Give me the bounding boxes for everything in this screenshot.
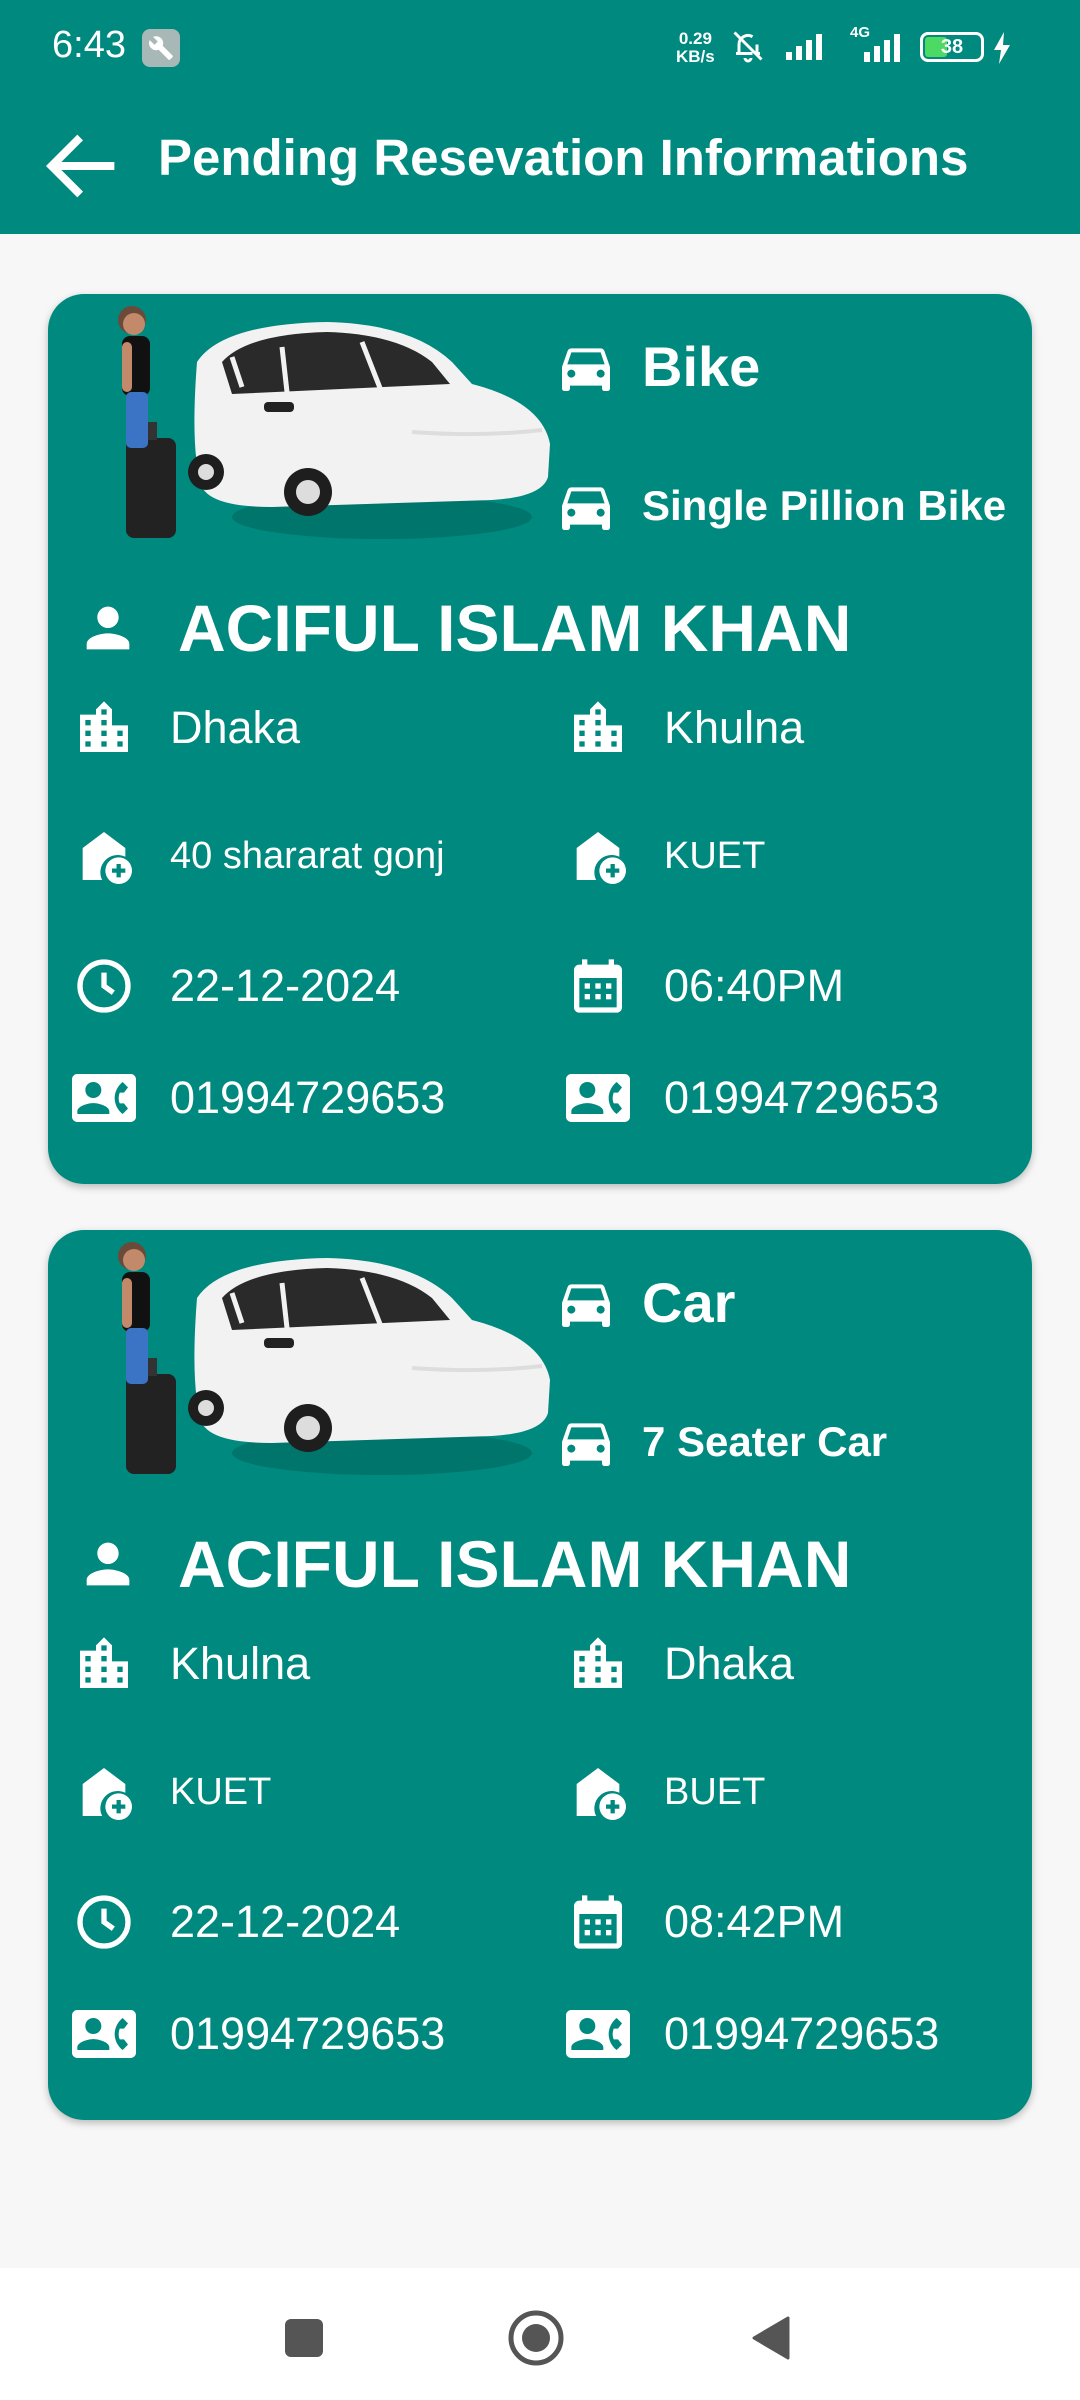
network-speed-value: 0.29 xyxy=(678,29,712,48)
car-icon xyxy=(554,474,618,538)
arrow-back-icon xyxy=(45,134,115,198)
reservation-card[interactable]: Car 7 Seater Car ACIFUL ISLAM KHAN Khuln… xyxy=(48,1230,1032,2120)
city-icon xyxy=(72,696,136,760)
to-city-row: Dhaka xyxy=(566,1632,794,1696)
home-circle-icon xyxy=(508,2310,564,2366)
vehicle-type: Car xyxy=(642,1271,736,1334)
vehicle-name: 7 Seater Car xyxy=(642,1418,888,1465)
dropoff-location: KUET xyxy=(664,834,766,877)
passenger-name: ACIFUL ISLAM KHAN xyxy=(178,591,852,665)
system-nav-bar xyxy=(0,2268,1080,2400)
app-bar: Pending Resevation Informations xyxy=(0,98,1080,234)
contact-phone-icon xyxy=(566,2002,630,2066)
car-icon xyxy=(554,335,618,399)
reservation-time: 06:40PM xyxy=(664,960,845,1011)
battery-icon: 38 xyxy=(920,32,984,62)
reservation-card[interactable]: Bike Single Pillion Bike ACIFUL ISLAM KH… xyxy=(48,294,1032,1184)
vehicle-name-row: Single Pillion Bike xyxy=(554,474,1006,538)
phone-row-1: 01994729653 xyxy=(72,2002,445,2066)
from-city-row: Khulna xyxy=(72,1632,310,1696)
vehicle-type-row: Car xyxy=(554,1270,735,1335)
car-icon xyxy=(554,1410,618,1474)
clock-icon xyxy=(72,954,136,1018)
phone-row-1: 01994729653 xyxy=(72,1066,445,1130)
add-home-icon xyxy=(72,824,136,888)
clock-icon xyxy=(72,1890,136,1954)
add-home-icon xyxy=(566,824,630,888)
passenger-row: ACIFUL ISLAM KHAN xyxy=(76,1526,851,1602)
reservation-date: 22-12-2024 xyxy=(170,1896,401,1947)
battery-level: 38 xyxy=(940,36,964,58)
time-row: 08:42PM xyxy=(566,1890,844,1954)
network-speed-unit: KB/s xyxy=(676,47,715,66)
pickup-row: KUET xyxy=(72,1760,271,1824)
date-row: 22-12-2024 xyxy=(72,954,400,1018)
phone-number: 01994729653 xyxy=(170,1072,446,1123)
dropoff-row: BUET xyxy=(566,1760,765,1824)
phone-number: 01994729653 xyxy=(664,2008,940,2059)
status-icons: 4G xyxy=(730,24,910,64)
status-bar: 6:43 0.29 KB/s 4G 38 xyxy=(0,0,1080,98)
to-city-row: Khulna xyxy=(566,696,804,760)
contact-phone-icon xyxy=(72,1066,136,1130)
signal-4g-icon: 4G xyxy=(850,24,910,64)
person-icon xyxy=(76,596,140,660)
calendar-icon xyxy=(566,954,630,1018)
home-button[interactable] xyxy=(496,2298,576,2378)
reservation-date: 22-12-2024 xyxy=(170,960,401,1011)
phone-row-2: 01994729653 xyxy=(566,2002,939,2066)
from-city-row: Dhaka xyxy=(72,696,300,760)
passenger-row: ACIFUL ISLAM KHAN xyxy=(76,590,851,666)
phone-number: 01994729653 xyxy=(664,1072,940,1123)
vehicle-name: Single Pillion Bike xyxy=(642,482,1007,529)
phone-number: 01994729653 xyxy=(170,2008,446,2059)
square-icon xyxy=(285,2319,323,2357)
add-home-icon xyxy=(566,1760,630,1824)
time-row: 06:40PM xyxy=(566,954,844,1018)
signal-icon xyxy=(786,34,822,60)
reservation-time: 08:42PM xyxy=(664,1896,845,1947)
pickup-row: 40 shararat gonj xyxy=(72,824,445,888)
dropoff-row: KUET xyxy=(566,824,765,888)
bell-off-icon xyxy=(733,31,763,63)
contact-phone-icon xyxy=(566,1066,630,1130)
charging-icon xyxy=(994,32,1010,64)
vehicle-type-row: Bike xyxy=(554,334,760,399)
to-city: Khulna xyxy=(664,702,805,753)
phone-row-2: 01994729653 xyxy=(566,1066,939,1130)
page-title: Pending Resevation Informations xyxy=(158,129,969,186)
date-row: 22-12-2024 xyxy=(72,1890,400,1954)
car-icon xyxy=(554,1271,618,1335)
city-icon xyxy=(566,696,630,760)
vehicle-type: Bike xyxy=(642,335,761,398)
pickup-location: 40 shararat gonj xyxy=(170,834,445,877)
city-icon xyxy=(72,1632,136,1696)
passenger-name: ACIFUL ISLAM KHAN xyxy=(178,1527,852,1601)
add-home-icon xyxy=(72,1760,136,1824)
network-speed: 0.29 KB/s xyxy=(676,30,715,66)
vehicle-name-row: 7 Seater Car xyxy=(554,1410,887,1474)
calendar-icon xyxy=(566,1890,630,1954)
back-nav-button[interactable] xyxy=(730,2298,810,2378)
contact-phone-icon xyxy=(72,2002,136,2066)
pickup-location: KUET xyxy=(170,1770,272,1813)
person-icon xyxy=(76,1532,140,1596)
back-button[interactable] xyxy=(26,106,136,226)
from-city: Dhaka xyxy=(170,702,301,753)
recent-apps-button[interactable] xyxy=(264,2298,344,2378)
city-icon xyxy=(566,1632,630,1696)
vehicle-illustration xyxy=(112,302,552,572)
triangle-back-icon xyxy=(752,2316,790,2360)
vehicle-illustration xyxy=(112,1238,552,1508)
status-time: 6:43 xyxy=(52,24,126,66)
from-city: Khulna xyxy=(170,1638,311,1689)
wrench-icon xyxy=(142,29,180,67)
dropoff-location: BUET xyxy=(664,1770,766,1813)
to-city: Dhaka xyxy=(664,1638,795,1689)
